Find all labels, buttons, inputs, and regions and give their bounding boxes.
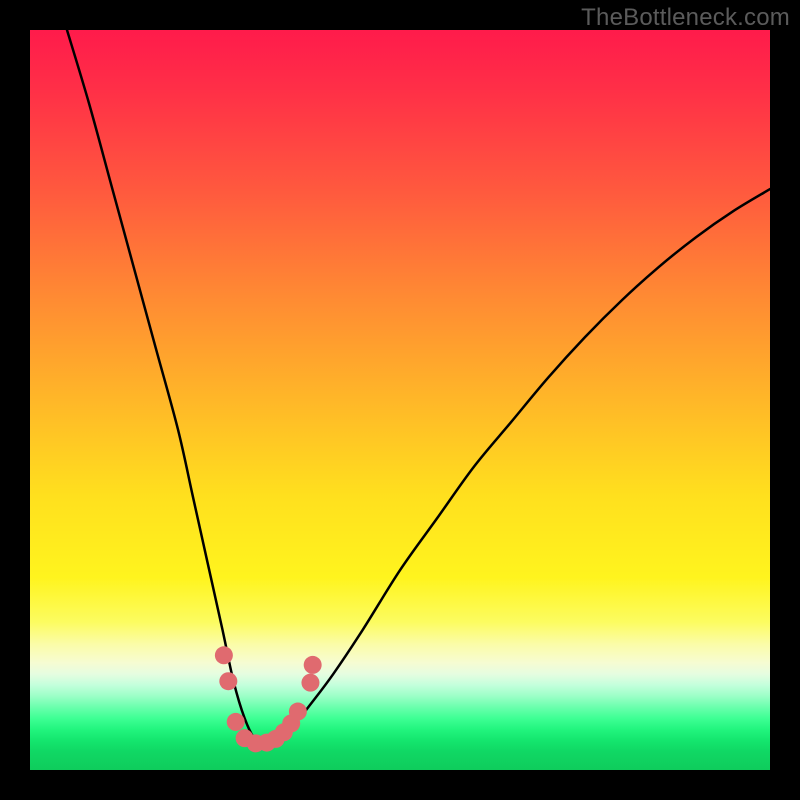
marker-dot bbox=[289, 703, 307, 721]
plot-area bbox=[30, 30, 770, 770]
marker-dot bbox=[227, 713, 245, 731]
marker-dot bbox=[304, 656, 322, 674]
curve-markers bbox=[215, 646, 322, 752]
curve-layer bbox=[30, 30, 770, 770]
marker-dot bbox=[215, 646, 233, 664]
chart-frame: TheBottleneck.com bbox=[0, 0, 800, 800]
watermark-text: TheBottleneck.com bbox=[581, 4, 790, 32]
marker-dot bbox=[219, 672, 237, 690]
bottleneck-curve bbox=[67, 30, 770, 744]
marker-dot bbox=[301, 674, 319, 692]
